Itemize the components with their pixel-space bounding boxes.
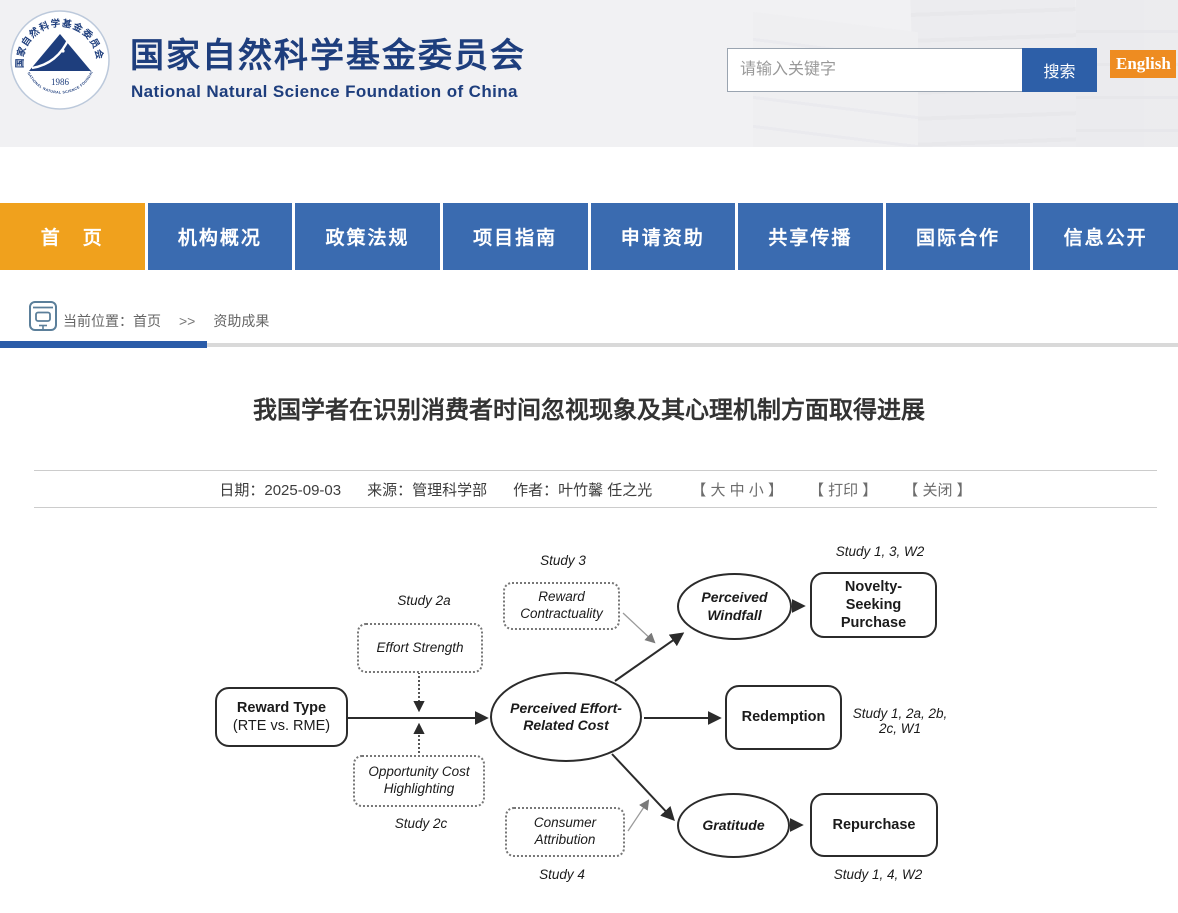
nav-item-international[interactable]: 国际合作 xyxy=(886,203,1031,270)
breadcrumb-accent-bar xyxy=(0,341,207,348)
nsfc-logo-icon: 国家自然科学基金委员会 1986 NATIONAL NATURAL SCIENC… xyxy=(10,10,110,110)
nav-item-sharing[interactable]: 共享传播 xyxy=(738,203,883,270)
breadcrumb-current-link[interactable]: 资助成果 xyxy=(213,313,269,329)
search-button[interactable]: 搜索 xyxy=(1022,48,1097,92)
box-redemption: Redemption xyxy=(725,685,842,750)
page: 国家自然科学基金委员会 1986 NATIONAL NATURAL SCIENC… xyxy=(0,0,1178,913)
nav-item-apply-funding[interactable]: 申请资助 xyxy=(591,203,736,270)
box-reward-contractuality: Reward Contractuality xyxy=(503,582,620,630)
logo-year: 1986 xyxy=(51,77,70,87)
nav-item-info-disclosure[interactable]: 信息公开 xyxy=(1033,203,1178,270)
article-author: 作者：叶竹馨 任之光 xyxy=(513,479,652,500)
site-subtitle: National Natural Science Foundation of C… xyxy=(131,82,518,102)
reward-type-line1: Reward Type xyxy=(237,699,326,717)
box-repurchase: Repurchase xyxy=(810,793,938,857)
journal-icon xyxy=(28,299,58,333)
print-button[interactable]: 【 打印 】 xyxy=(809,479,877,500)
box-effort-strength: Effort Strength xyxy=(357,623,483,673)
label-study-1-3-w2: Study 1, 3, W2 xyxy=(836,544,925,559)
nav-item-organization[interactable]: 机构概况 xyxy=(148,203,293,270)
label-study-2a: Study 2a xyxy=(397,593,450,608)
article-source: 来源：管理科学部 xyxy=(367,479,487,500)
label-study-1-2a-2b-line1: Study 1, 2a, 2b, xyxy=(853,706,948,721)
font-size-control[interactable]: 【 大 中 小 】 xyxy=(691,479,783,500)
box-opportunity-cost-highlighting: Opportunity Cost Highlighting xyxy=(353,755,485,807)
article-date: 日期：2025-09-03 xyxy=(219,479,341,500)
research-model-figure: Reward Type (RTE vs. RME) Novelty-Seekin… xyxy=(195,535,975,905)
label-study-4: Study 4 xyxy=(539,867,585,882)
breadcrumb: 当前位置：首页 >> 资助成果 xyxy=(63,311,269,331)
breadcrumb-separator: >> xyxy=(179,313,195,329)
article-meta-bar: 日期：2025-09-03 来源：管理科学部 作者：叶竹馨 任之光 【 大 中 … xyxy=(34,470,1157,508)
box-consumer-attribution: Consumer Attribution xyxy=(505,807,625,857)
main-nav: 首 页 机构概况 政策法规 项目指南 申请资助 共享传播 国际合作 信息公开 xyxy=(0,203,1178,270)
label-study-1-4-w2: Study 1, 4, W2 xyxy=(834,867,923,882)
site-header: 国家自然科学基金委员会 1986 NATIONAL NATURAL SCIENC… xyxy=(0,0,1178,147)
ellipse-gratitude: Gratitude xyxy=(677,793,790,858)
article-title: 我国学者在识别消费者时间忽视现象及其心理机制方面取得进展 xyxy=(0,390,1178,425)
box-reward-type: Reward Type (RTE vs. RME) xyxy=(215,687,348,747)
nav-item-project-guide[interactable]: 项目指南 xyxy=(443,203,588,270)
label-study-2c: Study 2c xyxy=(395,816,448,831)
box-novelty-seeking-purchase: Novelty-Seeking Purchase xyxy=(810,572,937,638)
english-button[interactable]: English xyxy=(1110,50,1176,78)
label-study-1-2a-2b: Study 1, 2a, 2b, 2c, W1 xyxy=(853,706,948,736)
ellipse-perceived-effort-related-cost: Perceived Effort-Related Cost xyxy=(490,672,642,762)
breadcrumb-divider xyxy=(207,343,1178,347)
nav-item-home[interactable]: 首 页 xyxy=(0,203,145,270)
label-study-3: Study 3 xyxy=(540,553,586,568)
close-button[interactable]: 【 关闭 】 xyxy=(903,479,971,500)
breadcrumb-home-link[interactable]: 首页 xyxy=(133,313,161,329)
reward-type-line2: (RTE vs. RME) xyxy=(233,717,330,735)
nav-item-policy[interactable]: 政策法规 xyxy=(295,203,440,270)
search-input[interactable] xyxy=(727,48,1034,92)
site-title: 国家自然科学基金委员会 xyxy=(130,28,526,77)
label-study-2c-w1-line2: 2c, W1 xyxy=(853,721,948,736)
ellipse-perceived-windfall: Perceived Windfall xyxy=(677,573,792,640)
breadcrumb-prefix: 当前位置： xyxy=(63,313,133,329)
